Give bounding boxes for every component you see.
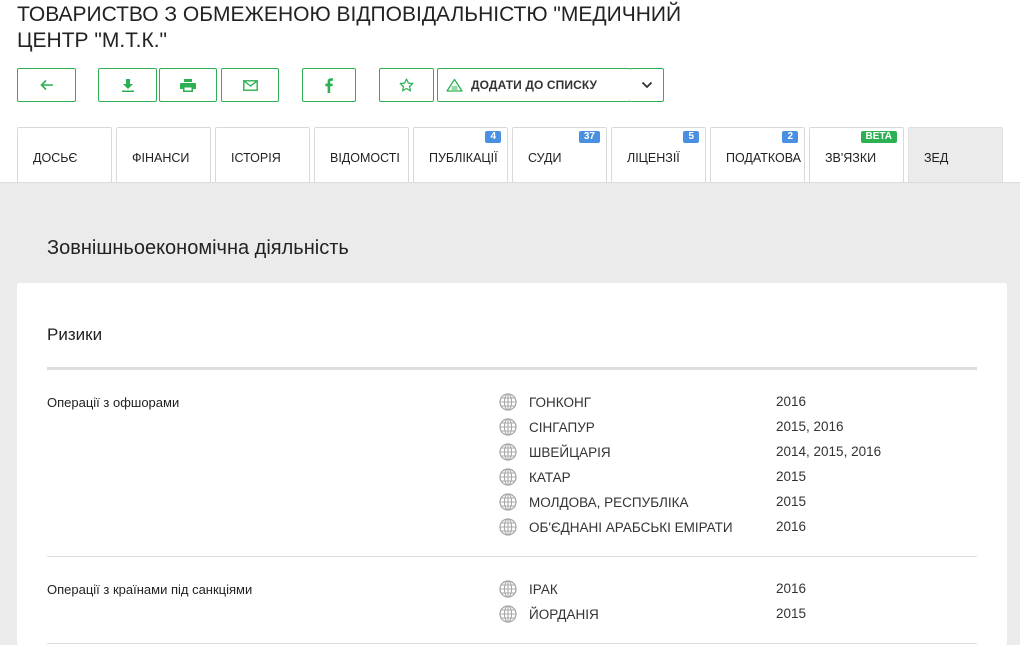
tab-label: ПУБЛІКАЦІЇ [429, 151, 498, 165]
tab-badge: 2 [782, 131, 798, 143]
country-name: ШВЕЙЦАРІЯ [529, 444, 611, 460]
country-item: МОЛДОВА, РЕСПУБЛІКА [499, 492, 689, 512]
tab-label: ЛІЦЕНЗІЇ [627, 151, 680, 165]
globe-icon [499, 493, 517, 511]
add-to-list-button[interactable]: ДОДАТИ ДО СПИСКУ [437, 68, 631, 102]
tab-badge: 4 [485, 131, 501, 143]
tab-label: ДОСЬЄ [33, 151, 78, 165]
globe-icon [499, 580, 517, 598]
tab-publikatsii[interactable]: ПУБЛІКАЦІЇ 4 [413, 127, 508, 182]
country-name: ГОНКОНГ [529, 394, 592, 410]
add-to-list-label: ДОДАТИ ДО СПИСКУ [471, 78, 598, 92]
globe-icon [499, 418, 517, 436]
tab-vidomosti[interactable]: ВІДОМОСТІ [314, 127, 409, 182]
tab-label: ЗЕД [924, 151, 949, 165]
add-to-list-dropdown[interactable] [630, 68, 664, 102]
print-button[interactable] [159, 68, 217, 102]
country-item: ОБ'ЄДНАНІ АРАБСЬКІ ЕМІРАТИ [499, 517, 733, 537]
tab-label: ІСТОРІЯ [231, 151, 281, 165]
facebook-share-button[interactable] [302, 68, 356, 102]
tab-label: СУДИ [528, 151, 562, 165]
tab-podatkova[interactable]: ПОДАТКОВА 2 [710, 127, 805, 182]
country-item: ЙОРДАНІЯ [499, 604, 599, 624]
tab-label: ПОДАТКОВА [726, 151, 802, 165]
country-item: КАТАР [499, 467, 571, 487]
country-years: 2014, 2015, 2016 [776, 444, 882, 459]
download-button[interactable] [98, 68, 157, 102]
globe-icon [499, 393, 517, 411]
tab-badge: 37 [578, 131, 600, 143]
country-name: ІРАК [529, 581, 558, 597]
row-divider [47, 556, 977, 557]
globe-icon [499, 468, 517, 486]
tab-finansy[interactable]: ФІНАНСИ [116, 127, 211, 182]
tab-istoriia[interactable]: ІСТОРІЯ [215, 127, 310, 182]
row-label-sanctions: Операції з країнами під санкціями [47, 582, 253, 597]
download-icon [121, 78, 134, 92]
row-divider [47, 643, 977, 644]
country-name: МОЛДОВА, РЕСПУБЛІКА [529, 494, 689, 510]
country-name: ЙОРДАНІЯ [529, 606, 599, 622]
chevron-down-icon [641, 81, 652, 89]
list-add-icon [446, 78, 463, 92]
tab-litsenzii[interactable]: ЛІЦЕНЗІЇ 5 [611, 127, 706, 182]
tab-zed[interactable]: ЗЕД [908, 127, 1003, 182]
globe-icon [499, 605, 517, 623]
tab-label: ФІНАНСИ [132, 151, 190, 165]
divider [47, 367, 977, 370]
globe-icon [499, 518, 517, 536]
country-item: ГОНКОНГ [499, 392, 591, 412]
facebook-icon [325, 77, 333, 93]
favorite-button[interactable] [379, 68, 434, 102]
country-years: 2016 [776, 581, 807, 596]
country-years: 2016 [776, 519, 807, 534]
page-title: ТОВАРИСТВО З ОБМЕЖЕНОЮ ВІДПОВІДАЛЬНІСТЮ … [17, 3, 682, 52]
country-item: ШВЕЙЦАРІЯ [499, 442, 611, 462]
email-button[interactable] [221, 68, 279, 102]
section-title: Зовнішньоекономічна діяльність [47, 237, 349, 259]
tab-badge: 5 [683, 131, 699, 143]
tab-badge-beta: beta [860, 131, 897, 143]
country-name: КАТАР [529, 469, 571, 485]
tab-zviazky[interactable]: ЗВ'ЯЗКИ beta [809, 127, 904, 182]
arrow-left-icon [39, 79, 53, 91]
back-button[interactable] [17, 68, 76, 102]
card-title: Ризики [47, 325, 103, 344]
country-years: 2016 [776, 394, 807, 409]
tab-label: ВІДОМОСТІ [330, 151, 400, 165]
star-icon [399, 78, 414, 92]
row-label-offshore: Операції з офшорами [47, 395, 180, 410]
country-years: 2015 [776, 469, 807, 484]
risks-card: Ризики Операції з офшорами ГОНКОНГ 2016 … [17, 283, 1007, 645]
print-icon [180, 78, 196, 92]
country-name: ОБ'ЄДНАНІ АРАБСЬКІ ЕМІРАТИ [529, 519, 733, 535]
globe-icon [499, 443, 517, 461]
country-item: ІРАК [499, 579, 558, 599]
mail-icon [242, 79, 258, 91]
tab-label: ЗВ'ЯЗКИ [825, 151, 877, 165]
country-item: СІНГАПУР [499, 417, 595, 437]
country-years: 2015, 2016 [776, 419, 844, 434]
country-years: 2015 [776, 606, 807, 621]
tab-sudy[interactable]: СУДИ 37 [512, 127, 607, 182]
tab-dosie[interactable]: ДОСЬЄ [17, 127, 112, 182]
country-years: 2015 [776, 494, 807, 509]
country-name: СІНГАПУР [529, 419, 595, 435]
